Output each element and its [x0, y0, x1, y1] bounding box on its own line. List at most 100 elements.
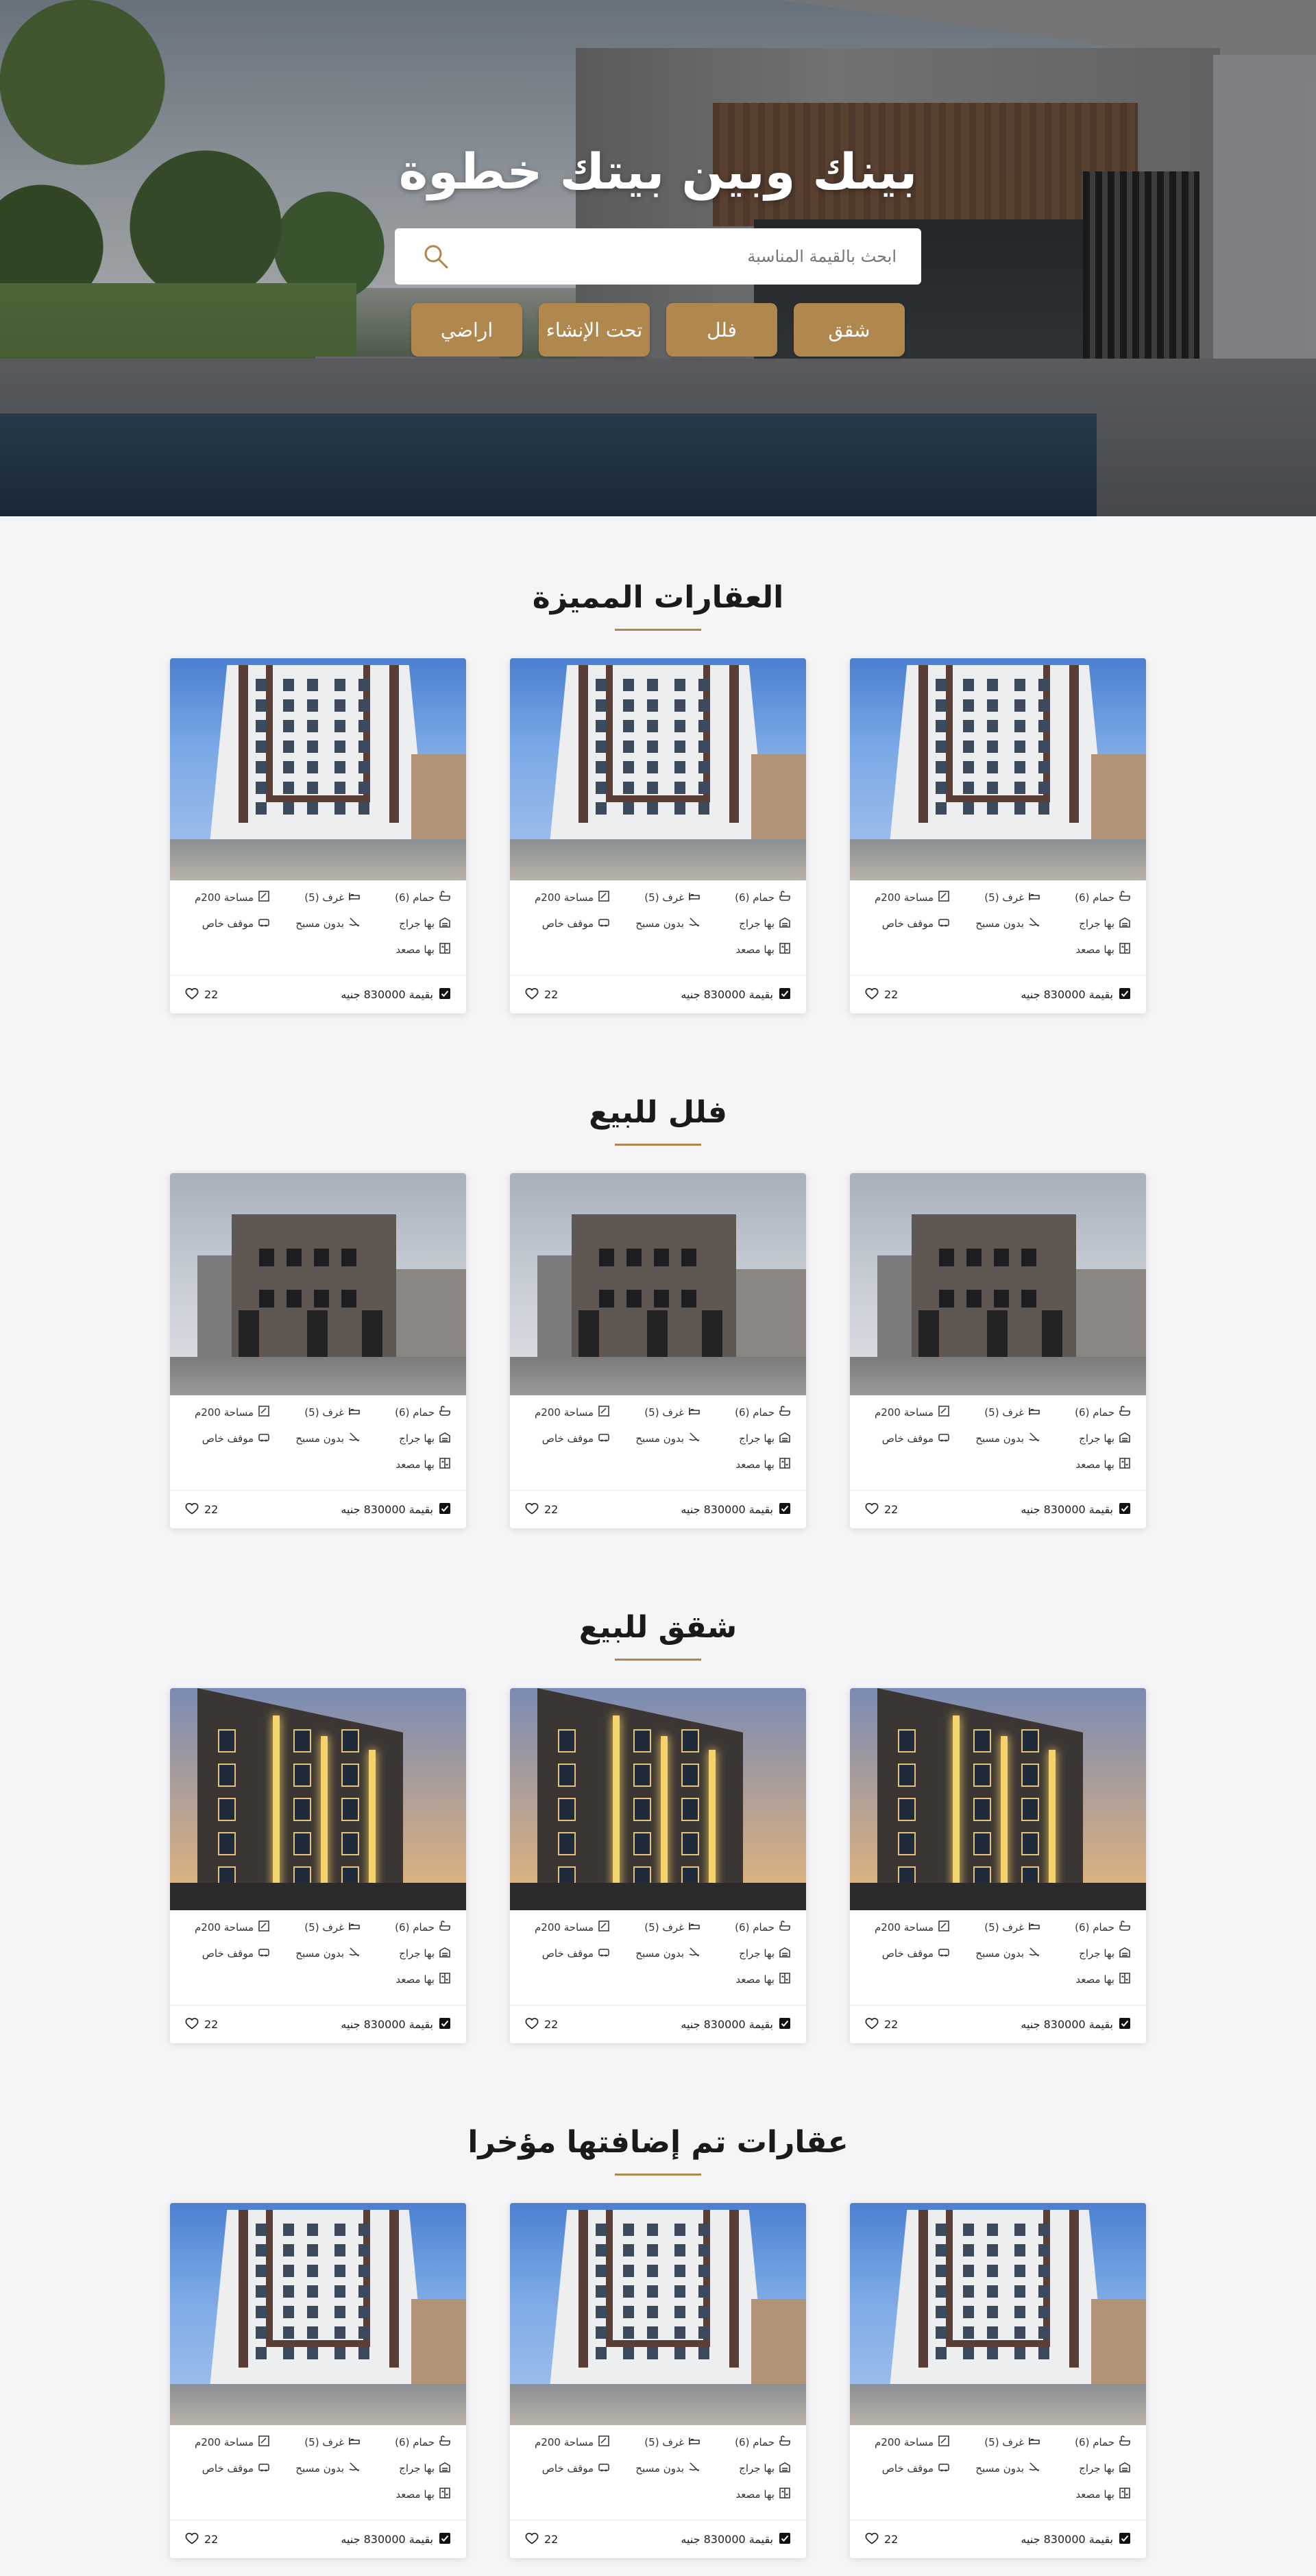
property-card[interactable]: حمام (6) غرف (5) مساحة 200م بها جراج بدو…: [170, 1173, 466, 1528]
like-button[interactable]: 22: [185, 1502, 218, 1518]
property-image[interactable]: [510, 2203, 806, 2425]
bath-icon: [439, 1920, 451, 1935]
spec-text: بها مصعد: [735, 943, 775, 956]
spec-text: بدون مسبح: [635, 2462, 684, 2475]
like-button[interactable]: 22: [525, 987, 558, 1003]
property-card[interactable]: حمام (6) غرف (5) مساحة 200م بها جراج بدو…: [850, 658, 1146, 1013]
heart-icon[interactable]: [865, 1502, 879, 1518]
price-text: بقيمة 830000 جنيه: [341, 1503, 433, 1516]
property-card[interactable]: حمام (6) غرف (5) مساحة 200م بها جراج بدو…: [850, 1688, 1146, 2043]
spec-bathrooms: حمام (6): [706, 1405, 791, 1420]
spec-text: موقف خاص: [881, 1432, 934, 1445]
spec-area: مساحة 200م: [865, 1920, 950, 1935]
spec-text: موقف خاص: [881, 1947, 934, 1960]
spec-text: مساحة 200م: [874, 891, 934, 904]
filter-lands-button[interactable]: اراضي: [411, 303, 522, 357]
price: بقيمة 830000 جنيه: [1021, 2532, 1131, 2547]
spec-text: موقف خاص: [202, 1432, 254, 1445]
card-footer: بقيمة 830000 جنيه 22: [510, 975, 806, 1013]
property-image[interactable]: [850, 2203, 1146, 2425]
spec-pool: بدون مسبح: [276, 2461, 361, 2476]
heart-icon[interactable]: [865, 2531, 879, 2548]
spec-elevator: بها مصعد: [706, 2487, 791, 2502]
property-image[interactable]: [510, 1688, 806, 1910]
search-icon[interactable]: [419, 240, 452, 273]
heart-icon[interactable]: [525, 1502, 539, 1518]
heart-icon[interactable]: [185, 987, 199, 1003]
spec-text: حمام (6): [395, 891, 435, 904]
heart-icon[interactable]: [185, 1502, 199, 1518]
heart-icon[interactable]: [865, 2017, 879, 2033]
price-text: بقيمة 830000 جنيه: [681, 988, 773, 1001]
property-image[interactable]: [850, 658, 1146, 880]
filter-under-construction-button[interactable]: تحت الإنشاء: [539, 303, 650, 357]
property-card[interactable]: حمام (6) غرف (5) مساحة 200م بها جراج بدو…: [850, 1173, 1146, 1528]
spec-text: مساحة 200م: [194, 1406, 254, 1419]
property-image[interactable]: [170, 2203, 466, 2425]
elevator-icon: [439, 1457, 451, 1472]
spec-text: حمام (6): [395, 1406, 435, 1419]
heart-icon[interactable]: [525, 2017, 539, 2033]
price: بقيمة 830000 جنيه: [681, 1502, 791, 1517]
pool-icon: [348, 1946, 361, 1961]
search-input[interactable]: [452, 247, 897, 266]
property-card[interactable]: حمام (6) غرف (5) مساحة 200م بها جراج بدو…: [510, 2203, 806, 2558]
property-card[interactable]: حمام (6) غرف (5) مساحة 200م بها جراج بدو…: [170, 2203, 466, 2558]
heart-icon[interactable]: [185, 2017, 199, 2033]
property-card[interactable]: حمام (6) غرف (5) مساحة 200م بها جراج بدو…: [510, 1173, 806, 1528]
property-card[interactable]: حمام (6) غرف (5) مساحة 200م بها جراج بدو…: [170, 658, 466, 1013]
pool-icon: [348, 916, 361, 931]
like-button[interactable]: 22: [865, 1502, 898, 1518]
property-image[interactable]: [510, 658, 806, 880]
heart-icon[interactable]: [185, 2531, 199, 2548]
spec-area: مساحة 200م: [185, 890, 270, 905]
property-image[interactable]: [170, 658, 466, 880]
like-button[interactable]: 22: [185, 987, 218, 1003]
garage-icon: [439, 1431, 451, 1446]
spec-garage: بها جراج: [1046, 2461, 1131, 2476]
property-card[interactable]: حمام (6) غرف (5) مساحة 200م بها جراج بدو…: [850, 2203, 1146, 2558]
property-image[interactable]: [850, 1173, 1146, 1395]
elevator-icon: [779, 2487, 791, 2502]
likes-count: 22: [544, 1503, 559, 1516]
like-button[interactable]: 22: [865, 2017, 898, 2033]
property-card[interactable]: حمام (6) غرف (5) مساحة 200م بها جراج بدو…: [510, 1688, 806, 2043]
heart-icon[interactable]: [525, 2531, 539, 2548]
property-image[interactable]: [510, 1173, 806, 1395]
property-image[interactable]: [170, 1688, 466, 1910]
like-button[interactable]: 22: [525, 2531, 558, 2548]
filter-villas-button[interactable]: فلل: [666, 303, 777, 357]
property-card[interactable]: حمام (6) غرف (5) مساحة 200م بها جراج بدو…: [170, 1688, 466, 2043]
recent-section: عقارات تم إضافتها مؤخرا حمام (6) غرف (5)…: [0, 2125, 1316, 2558]
like-button[interactable]: 22: [185, 2017, 218, 2033]
like-button[interactable]: 22: [525, 1502, 558, 1518]
spec-rooms: غرف (5): [955, 2435, 1040, 2450]
price: بقيمة 830000 جنيه: [681, 987, 791, 1002]
parking-icon: [938, 1431, 950, 1446]
garage-icon: [439, 1946, 451, 1961]
filter-apartments-button[interactable]: شقق: [794, 303, 905, 357]
property-image[interactable]: [170, 1173, 466, 1395]
spec-text: بها جراج: [399, 1432, 435, 1445]
like-button[interactable]: 22: [185, 2531, 218, 2548]
heart-icon[interactable]: [525, 987, 539, 1003]
property-specs: حمام (6) غرف (5) مساحة 200م بها جراج بدو…: [170, 2425, 466, 2502]
like-button[interactable]: 22: [525, 2017, 558, 2033]
spec-bathrooms: حمام (6): [366, 1405, 451, 1420]
spec-text: غرف (5): [984, 2436, 1024, 2448]
property-specs: حمام (6) غرف (5) مساحة 200م بها جراج بدو…: [850, 2425, 1146, 2502]
likes-count: 22: [884, 2018, 899, 2031]
pool-icon: [688, 1431, 700, 1446]
area-icon: [258, 1405, 270, 1420]
spec-text: حمام (6): [1075, 2436, 1114, 2448]
property-card[interactable]: حمام (6) غرف (5) مساحة 200م بها جراج بدو…: [510, 658, 806, 1013]
likes-count: 22: [884, 1503, 899, 1516]
property-image[interactable]: [850, 1688, 1146, 1910]
heart-icon[interactable]: [865, 987, 879, 1003]
like-button[interactable]: 22: [865, 987, 898, 1003]
bath-icon: [779, 1920, 791, 1935]
spec-bathrooms: حمام (6): [366, 890, 451, 905]
spec-bathrooms: حمام (6): [706, 890, 791, 905]
like-button[interactable]: 22: [865, 2531, 898, 2548]
area-icon: [598, 2435, 610, 2450]
